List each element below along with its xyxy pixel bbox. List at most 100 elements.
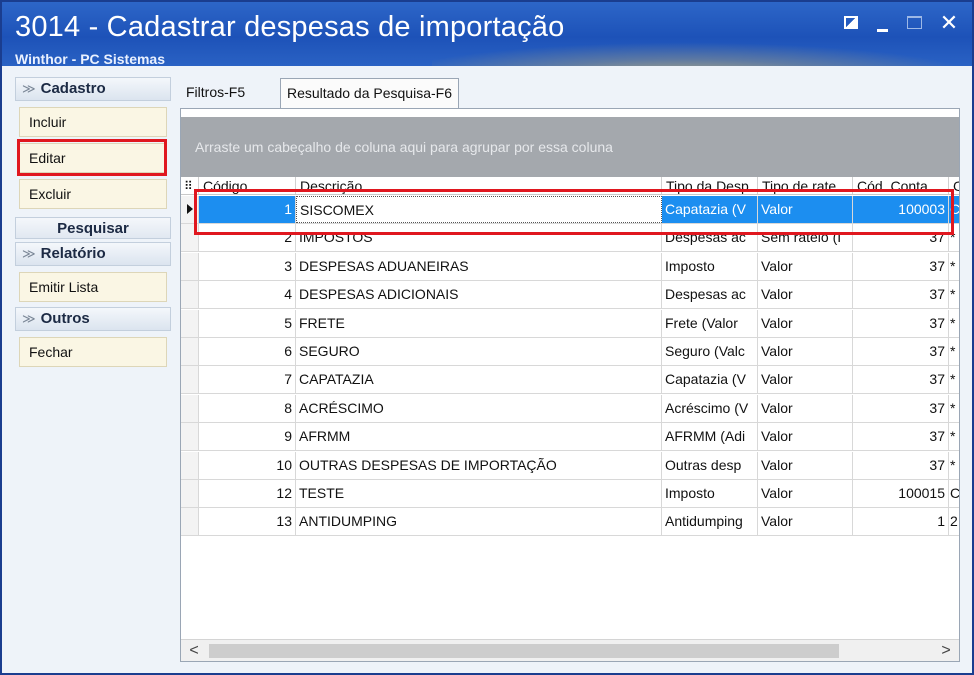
cell-codigo[interactable]: 3: [199, 252, 296, 280]
cell-descricao[interactable]: OUTRAS DESPESAS DE IMPORTAÇÃO: [296, 451, 662, 479]
close-icon[interactable]: ✕: [936, 10, 962, 36]
restore-icon[interactable]: [838, 10, 864, 36]
cell-tipo-despesa[interactable]: Despesas ac: [662, 224, 758, 252]
cell-tipo-despesa[interactable]: Antidumping: [662, 508, 758, 536]
cell-extra[interactable]: *: [949, 224, 959, 251]
horizontal-scrollbar[interactable]: < >: [181, 639, 959, 661]
cell-descricao[interactable]: DESPESAS ADUANEIRAS: [296, 252, 662, 280]
cell-tipo-rateio[interactable]: Valor: [758, 281, 853, 309]
minimize-icon[interactable]: [870, 10, 896, 36]
tab-filtros[interactable]: Filtros-F5: [180, 78, 251, 106]
cell-descricao[interactable]: AFRMM: [296, 423, 662, 451]
cell-descricao[interactable]: ANTIDUMPING: [296, 508, 662, 536]
cell-cod-conta[interactable]: 37: [853, 366, 949, 394]
cell-tipo-rateio[interactable]: Sem rateio (I: [758, 224, 853, 252]
cell-cod-conta[interactable]: 37: [853, 451, 949, 479]
cell-extra[interactable]: *: [949, 253, 959, 280]
cell-tipo-rateio[interactable]: Valor: [758, 508, 853, 536]
row-indicator[interactable]: [181, 366, 199, 394]
cell-tipo-rateio[interactable]: Valor: [758, 366, 853, 394]
cell-tipo-despesa[interactable]: Imposto: [662, 252, 758, 280]
cell-extra[interactable]: C: [949, 480, 959, 507]
cell-extra[interactable]: *: [949, 452, 959, 479]
table-row[interactable]: 7 CAPATAZIA Capatazia (V Valor 37 *: [181, 366, 959, 395]
cell-cod-conta[interactable]: 37: [853, 394, 949, 422]
row-indicator[interactable]: [181, 508, 199, 536]
column-header-descricao[interactable]: Descrição: [296, 177, 662, 194]
cell-tipo-rateio[interactable]: Valor: [758, 252, 853, 280]
cell-extra[interactable]: *: [949, 338, 959, 365]
cell-tipo-rateio[interactable]: Valor: [758, 480, 853, 507]
scrollbar-thumb[interactable]: [209, 644, 839, 658]
cell-descricao[interactable]: TESTE: [296, 480, 662, 507]
cell-tipo-rateio[interactable]: Valor: [758, 309, 853, 337]
cell-cod-conta[interactable]: 37: [853, 224, 949, 252]
cell-descricao[interactable]: SISCOMEX: [296, 196, 662, 223]
cell-extra[interactable]: *: [949, 310, 959, 337]
cell-cod-conta[interactable]: 37: [853, 309, 949, 337]
cell-codigo[interactable]: 8: [199, 394, 296, 422]
group-header-cadastro[interactable]: ≫ Cadastro: [15, 77, 171, 101]
table-row[interactable]: 12 TESTE Imposto Valor 100015 C: [181, 480, 959, 508]
cell-codigo[interactable]: 5: [199, 309, 296, 337]
cell-codigo[interactable]: 7: [199, 366, 296, 394]
cell-codigo[interactable]: 12: [199, 480, 296, 507]
excluir-button[interactable]: Excluir: [19, 179, 167, 209]
scroll-left-icon[interactable]: <: [183, 640, 205, 662]
cell-codigo[interactable]: 4: [199, 281, 296, 309]
maximize-icon[interactable]: [902, 10, 928, 36]
group-header-relatorio[interactable]: ≫ Relatório: [15, 242, 171, 266]
column-header-extra[interactable]: C: [949, 177, 959, 194]
table-row[interactable]: 8 ACRÉSCIMO Acréscimo (V Valor 37 *: [181, 394, 959, 423]
incluir-button[interactable]: Incluir: [19, 107, 167, 137]
cell-tipo-despesa[interactable]: Despesas ac: [662, 281, 758, 309]
cell-tipo-despesa[interactable]: Imposto: [662, 480, 758, 507]
cell-cod-conta[interactable]: 37: [853, 338, 949, 365]
row-indicator[interactable]: [181, 252, 199, 280]
column-header-tipo-despesa[interactable]: Tipo da Desp: [662, 177, 758, 194]
cell-cod-conta[interactable]: 1: [853, 508, 949, 536]
cell-descricao[interactable]: IMPOSTOS: [296, 224, 662, 252]
cell-descricao[interactable]: CAPATAZIA: [296, 366, 662, 394]
row-indicator[interactable]: [181, 423, 199, 451]
cell-extra[interactable]: *: [949, 366, 959, 393]
table-row[interactable]: 10 OUTRAS DESPESAS DE IMPORTAÇÃO Outras de…: [181, 451, 959, 480]
cell-tipo-rateio[interactable]: Valor: [758, 196, 853, 223]
cell-codigo[interactable]: 1: [199, 196, 296, 223]
cell-tipo-despesa[interactable]: Capatazia (V: [662, 196, 758, 223]
cell-codigo[interactable]: 2: [199, 224, 296, 252]
table-row[interactable]: 4 DESPESAS ADICIONAIS Despesas ac Valor 37 *: [181, 281, 959, 310]
row-indicator[interactable]: [181, 309, 199, 337]
column-header-tipo-rateio[interactable]: Tipo de rate: [758, 177, 853, 194]
cell-tipo-rateio[interactable]: Valor: [758, 451, 853, 479]
group-header-outros[interactable]: ≫ Outros: [15, 307, 171, 331]
row-indicator[interactable]: [181, 224, 199, 252]
cell-codigo[interactable]: 9: [199, 423, 296, 451]
cell-extra[interactable]: 2: [949, 508, 959, 535]
cell-tipo-despesa[interactable]: Acréscimo (V: [662, 394, 758, 422]
cell-tipo-despesa[interactable]: Outras desp: [662, 451, 758, 479]
cell-cod-conta[interactable]: 100015: [853, 480, 949, 507]
row-indicator-icon[interactable]: [181, 196, 199, 223]
column-chooser-icon[interactable]: ⠿: [181, 177, 199, 194]
row-indicator[interactable]: [181, 338, 199, 365]
cell-descricao[interactable]: ACRÉSCIMO: [296, 394, 662, 422]
emitir-lista-button[interactable]: Emitir Lista: [19, 272, 167, 302]
cell-codigo[interactable]: 13: [199, 508, 296, 536]
column-header-cod-conta[interactable]: Cód. Conta: [853, 177, 949, 194]
cell-extra[interactable]: *: [949, 423, 959, 450]
cell-cod-conta[interactable]: 100003: [853, 196, 949, 223]
cell-tipo-rateio[interactable]: Valor: [758, 423, 853, 451]
cell-codigo[interactable]: 10: [199, 451, 296, 479]
cell-descricao[interactable]: FRETE: [296, 309, 662, 337]
row-indicator[interactable]: [181, 394, 199, 422]
table-row[interactable]: 13 ANTIDUMPING Antidumping Valor 1 2: [181, 508, 959, 537]
editar-button[interactable]: Editar: [19, 143, 167, 173]
cell-extra[interactable]: *: [949, 281, 959, 308]
tab-resultado-pesquisa[interactable]: Resultado da Pesquisa-F6: [280, 78, 459, 109]
cell-tipo-despesa[interactable]: Seguro (Valc: [662, 338, 758, 365]
cell-cod-conta[interactable]: 37: [853, 423, 949, 451]
pesquisar-button[interactable]: Pesquisar: [15, 217, 171, 239]
row-indicator[interactable]: [181, 451, 199, 479]
cell-tipo-rateio[interactable]: Valor: [758, 338, 853, 365]
